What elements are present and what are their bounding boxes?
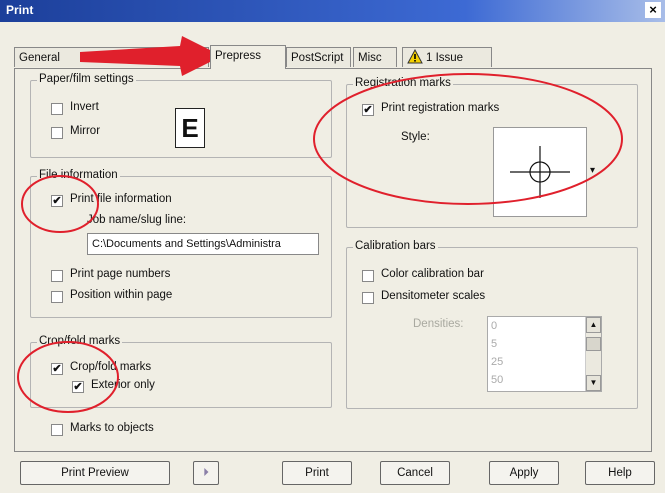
registration-mark-icon [510,146,570,198]
tab-postscript-label: PostScript [291,52,344,64]
scroll-thumb[interactable] [586,337,601,351]
title-bar: Print × [0,0,665,22]
file-info-title: File information [37,169,120,181]
job-name-label: Job name/slug line: [87,214,187,226]
tab-misc[interactable]: Misc [353,47,397,67]
tab-prepress-label: Prepress [215,50,262,62]
color-calibration-checkbox[interactable] [362,270,374,282]
scroll-up-icon[interactable]: ▲ [586,317,601,333]
chevron-down-icon[interactable]: ▾ [590,165,595,176]
mirror-label: Mirror [70,125,101,137]
tab-strip: General Prepress PostScript Misc 1 Issue [14,45,654,69]
densities-label: Densities: [413,318,464,330]
invert-checkbox[interactable] [51,103,63,115]
color-calibration-label: Color calibration bar [381,268,484,280]
crop-fold-marks-label: Crop/fold marks [70,361,152,373]
invert-label: Invert [70,101,99,113]
densitometer-checkbox[interactable] [362,292,374,304]
tab-issues[interactable]: 1 Issue [402,47,492,67]
crop-fold-marks-checkbox[interactable]: ✔ [51,363,63,375]
close-icon[interactable]: × [645,2,661,18]
crop-fold-group: Crop/fold marks [30,335,332,408]
paper-film-title: Paper/film settings [37,73,136,85]
print-file-info-checkbox[interactable]: ✔ [51,195,63,207]
cancel-button[interactable]: Cancel [380,461,450,485]
print-file-info-label: Print file information [70,193,172,205]
scrollbar[interactable]: ▲ ▼ [585,317,601,391]
style-label: Style: [401,131,430,143]
help-button[interactable]: Help [585,461,655,485]
apply-button[interactable]: Apply [489,461,559,485]
scroll-down-icon[interactable]: ▼ [586,375,601,391]
check-icon: ✔ [363,104,373,116]
tab-general-label: General [19,52,60,64]
densitometer-label: Densitometer scales [381,290,486,302]
tab-general[interactable]: General [14,47,209,67]
check-icon: ✔ [52,195,62,207]
densities-list[interactable]: 0 5 25 50 ▲ ▼ [487,316,602,392]
registration-title: Registration marks [353,77,453,89]
exterior-only-checkbox[interactable]: ✔ [72,381,84,393]
warning-icon [407,48,423,64]
marks-to-objects-checkbox[interactable] [51,424,63,436]
print-registration-checkbox[interactable]: ✔ [362,104,374,116]
tab-postscript[interactable]: PostScript [286,47,351,67]
job-name-input[interactable]: C:\Documents and Settings\Administra [87,233,319,255]
calibration-title: Calibration bars [353,240,438,252]
preview-toggle-icon[interactable]: ⏵ [193,461,219,485]
marks-to-objects-label: Marks to objects [70,422,154,434]
print-page-numbers-checkbox[interactable] [51,270,63,282]
print-preview-button[interactable]: Print Preview [20,461,170,485]
print-registration-label: Print registration marks [381,102,500,114]
print-page-numbers-label: Print page numbers [70,268,171,280]
print-button[interactable]: Print [282,461,352,485]
registration-style-picker[interactable] [493,127,587,217]
position-within-page-label: Position within page [70,289,173,301]
tab-misc-label: Misc [358,52,382,64]
check-icon: ✔ [52,363,62,375]
exterior-only-label: Exterior only [91,379,155,391]
mirror-checkbox[interactable] [51,127,63,139]
tab-prepress[interactable]: Prepress [210,45,286,69]
crop-fold-title: Crop/fold marks [37,335,123,347]
check-icon: ✔ [73,381,83,393]
window-title: Print [6,3,34,17]
tab-issues-label: 1 Issue [426,52,464,64]
page-preview-icon: E [175,108,205,148]
position-within-page-checkbox[interactable] [51,291,63,303]
